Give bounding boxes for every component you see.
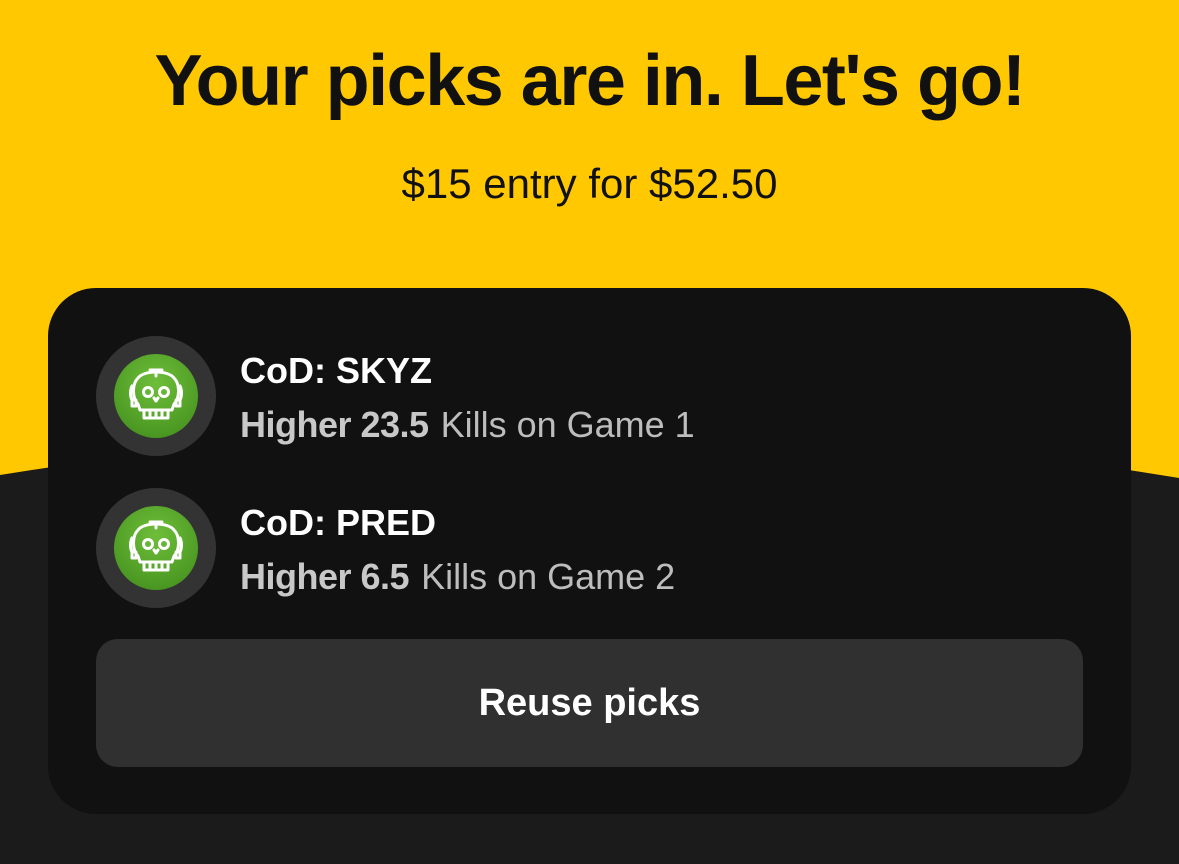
player-name: CoD: PRED <box>240 502 436 543</box>
pick-line: Higher 6.5 <box>240 556 410 597</box>
player-name: CoD: SKYZ <box>240 350 432 391</box>
pick-stat: Kills on Game 1 <box>440 404 695 445</box>
pick-stat: Kills on Game 2 <box>421 556 676 597</box>
pick-item[interactable]: CoD: PRED Higher 6.5 Kills on Game 2 <box>96 488 1046 608</box>
picks-card: CoD: SKYZ Higher 23.5 Kills on Game 1 Co… <box>48 288 1131 814</box>
page-title: Your picks are in. Let's go! <box>154 41 1027 121</box>
skull-headset-icon <box>129 368 183 420</box>
pick-line: Higher 23.5 <box>240 404 429 445</box>
avatar <box>96 488 216 608</box>
pick-item[interactable]: CoD: SKYZ Higher 23.5 Kills on Game 1 <box>96 336 1046 456</box>
avatar <box>96 336 216 456</box>
pick-detail: Higher 6.5 Kills on Game 2 <box>240 556 675 598</box>
entry-summary: $15 entry for $52.50 <box>401 160 778 207</box>
pick-detail: Higher 23.5 Kills on Game 1 <box>240 404 695 446</box>
reuse-picks-button[interactable]: Reuse picks <box>96 639 1083 767</box>
skull-headset-icon <box>129 520 183 572</box>
